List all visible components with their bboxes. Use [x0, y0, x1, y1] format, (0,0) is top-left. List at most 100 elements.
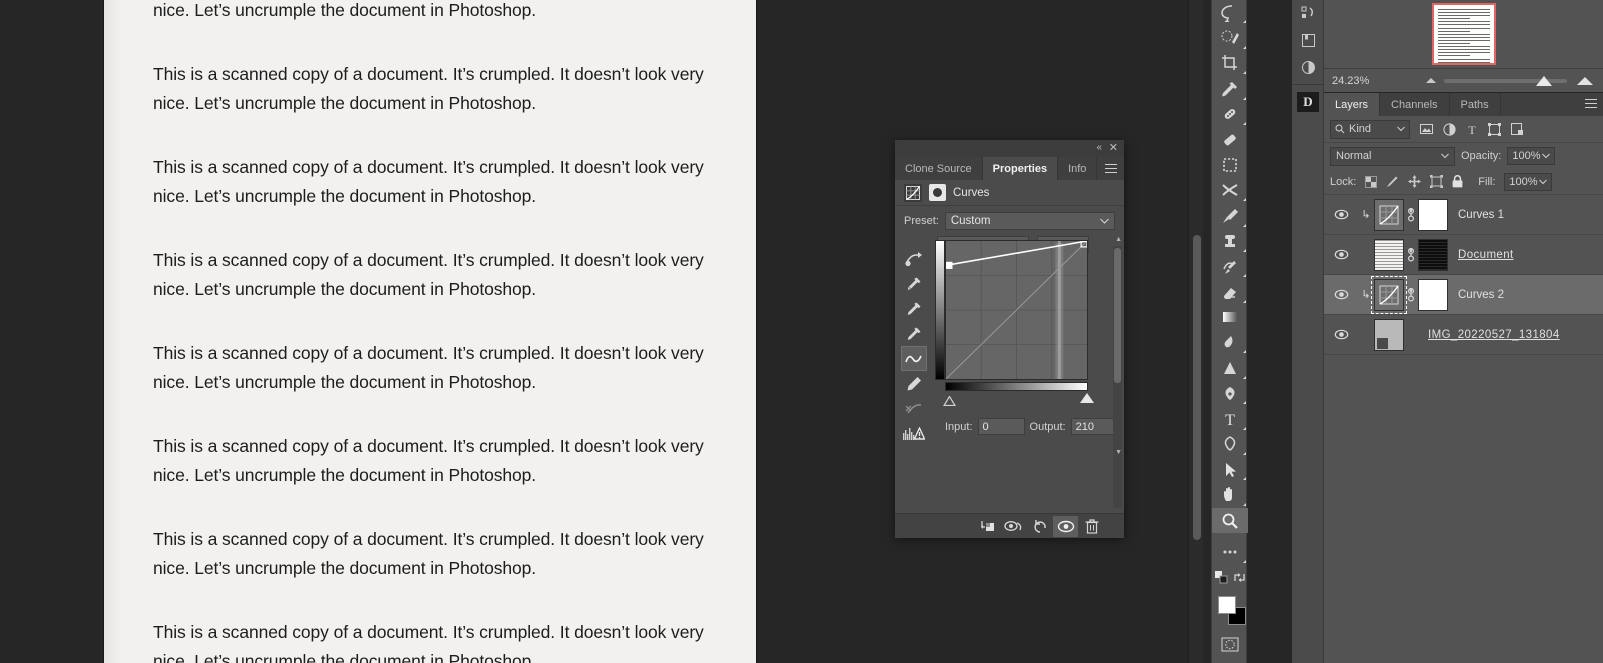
black-point-slider[interactable] — [942, 393, 957, 407]
pen-tool[interactable] — [1212, 381, 1248, 406]
filter-pixel-layers-icon[interactable] — [1420, 123, 1433, 135]
panel-rail[interactable]: D — [1292, 0, 1324, 663]
document-canvas[interactable]: This is a scanned copy of a document. It… — [104, 0, 756, 663]
foreground-color-swatch[interactable] — [1218, 595, 1236, 614]
layer-mask-thumbnail[interactable] — [1418, 238, 1448, 271]
type-tool[interactable]: T — [1212, 406, 1248, 431]
lock-all-icon[interactable] — [1452, 175, 1463, 188]
path-selection-tool[interactable] — [1212, 457, 1248, 482]
tab-clone-source[interactable]: Clone Source — [895, 157, 983, 180]
lasso-tool[interactable] — [1212, 0, 1248, 25]
layers-panel-tabs[interactable]: Layers Channels Paths — [1324, 93, 1603, 116]
hand-tool[interactable] — [1212, 482, 1248, 507]
blend-mode-row[interactable]: Normal Opacity: 100% — [1324, 143, 1603, 169]
filter-adjustment-layers-icon[interactable] — [1443, 122, 1456, 136]
layer-visibility-toggle[interactable] — [1324, 329, 1358, 340]
filter-kind-select[interactable]: Kind — [1330, 119, 1410, 139]
zoom-slider-handle[interactable] — [1536, 75, 1552, 86]
navigator-zoom-bar[interactable]: 24.23% — [1324, 68, 1603, 92]
scroll-up-arrow[interactable]: ▲ — [1115, 236, 1122, 243]
curves-graph[interactable] — [945, 240, 1088, 380]
brush-tool[interactable] — [1212, 203, 1248, 228]
default-colors-and-swap[interactable] — [1212, 565, 1248, 590]
reset-adjustment-button[interactable] — [1027, 516, 1052, 537]
swap-colors-icon[interactable] — [1233, 571, 1246, 584]
navigator-thumbnail[interactable] — [1431, 3, 1496, 65]
scrollbar-thumb[interactable] — [1193, 235, 1201, 540]
zoom-out-icon[interactable] — [1426, 78, 1436, 83]
eyedropper-tool[interactable] — [1212, 76, 1248, 101]
output-field[interactable]: 210 — [1070, 418, 1118, 435]
layer-row[interactable]: IMG_20220527_131804 — [1324, 315, 1603, 355]
filter-shape-layers-icon[interactable] — [1488, 122, 1501, 136]
libraries-panel-icon[interactable] — [1292, 27, 1324, 54]
lock-row[interactable]: Lock: Fill: 100% — [1324, 169, 1603, 195]
eraser-tool[interactable] — [1212, 279, 1248, 304]
canvas-vertical-scrollbar[interactable] — [1188, 0, 1203, 663]
layer-name[interactable]: IMG_20220527_131804 — [1428, 329, 1560, 341]
layer-visibility-toggle[interactable] — [1324, 209, 1358, 220]
layer-name[interactable]: Document — [1458, 249, 1514, 261]
properties-footer[interactable] — [895, 513, 1124, 538]
screen-mode-toggle[interactable] — [1212, 657, 1248, 663]
black-point-eyedropper[interactable] — [901, 271, 927, 296]
zoom-tool[interactable] — [1212, 507, 1248, 534]
layer-type-filters[interactable]: T — [1420, 122, 1524, 136]
layer-row[interactable]: ↳ Curves 2 — [1324, 275, 1603, 315]
dodge-tool[interactable] — [1212, 355, 1248, 380]
crop-tool[interactable] — [1212, 51, 1248, 76]
preset-row[interactable]: Preset: Custom — [895, 206, 1124, 234]
quick-mask-toggle[interactable] — [1212, 632, 1248, 657]
close-icon[interactable]: ✕ — [1109, 141, 1118, 154]
layer-visibility-toggle[interactable] — [1324, 289, 1358, 300]
move-tool[interactable] — [1212, 178, 1248, 203]
layer-row[interactable]: Document — [1324, 235, 1603, 275]
layer-row[interactable]: ↳ Curves 1 — [1324, 195, 1603, 235]
layer-mask-link-icon[interactable] — [1404, 207, 1418, 222]
fill-input[interactable]: 100% — [1504, 172, 1553, 191]
gradient-tool[interactable] — [1212, 305, 1248, 330]
layer-mask-link-icon[interactable] — [1404, 287, 1418, 302]
layer-thumbnail[interactable] — [1374, 238, 1404, 271]
layer-name[interactable]: Curves 1 — [1458, 209, 1504, 221]
clone-stamp-tool[interactable] — [1212, 229, 1248, 254]
view-previous-state-button[interactable] — [1001, 516, 1026, 537]
tab-info[interactable]: Info — [1058, 157, 1098, 180]
properties-scrollbar[interactable] — [1113, 246, 1122, 508]
history-brush-tool[interactable] — [1212, 254, 1248, 279]
layer-mask-link-icon[interactable] — [1404, 247, 1418, 262]
filter-type-layers-icon[interactable]: T — [1466, 123, 1478, 136]
layers-filter-row[interactable]: Kind T — [1324, 116, 1603, 143]
lock-artboard-nesting-icon[interactable] — [1430, 175, 1444, 188]
pencil-draw-curve-tool[interactable] — [901, 371, 927, 396]
smooth-curve-button[interactable] — [901, 396, 927, 421]
adjustments-panel-icon[interactable] — [1292, 54, 1324, 81]
tab-channels[interactable]: Channels — [1380, 93, 1450, 116]
white-point-eyedropper[interactable] — [901, 321, 927, 346]
lock-position-icon[interactable] — [1408, 175, 1422, 188]
properties-panel[interactable]: « ✕ Clone Source Properties Info Curves Pr… — [895, 140, 1124, 538]
tools-panel[interactable]: T — [1211, 0, 1248, 663]
lock-transparent-pixels-icon[interactable] — [1365, 175, 1378, 188]
input-output-row[interactable]: Input: 0 Output: 210 — [945, 418, 1118, 435]
tab-layers[interactable]: Layers — [1324, 93, 1381, 116]
quick-selection-tool[interactable] — [1212, 25, 1248, 50]
color-swatches[interactable] — [1212, 592, 1248, 632]
layers-panel-menu-icon[interactable] — [1585, 99, 1597, 111]
properties-scrollbar-thumb[interactable] — [1114, 248, 1121, 383]
layers-list[interactable]: ↳ Curves 1 Document ↳ Curves 2 IMG_20220527_1… — [1324, 195, 1603, 355]
collapse-panel-icon[interactable]: « — [1096, 142, 1102, 153]
curve-point-tool[interactable] — [901, 346, 927, 371]
layer-name[interactable]: Curves 2 — [1458, 289, 1504, 301]
zoom-in-icon[interactable] — [1577, 76, 1593, 85]
layers-panel[interactable]: Layers Channels Paths Kind T Normal Opac… — [1324, 93, 1603, 663]
properties-panel-menu-icon[interactable] — [1105, 164, 1117, 176]
histogram-warning-icon[interactable] — [901, 421, 927, 446]
blend-mode-select[interactable]: Normal — [1330, 146, 1455, 166]
tab-properties[interactable]: Properties — [982, 157, 1059, 180]
edit-toolbar-button[interactable] — [1212, 539, 1248, 564]
opacity-input[interactable]: 100% — [1507, 147, 1556, 165]
filter-smart-object-layers-icon[interactable] — [1511, 122, 1524, 136]
layer-thumbnail[interactable] — [1374, 198, 1404, 231]
properties-tabs[interactable]: Clone Source Properties Info — [895, 157, 1124, 180]
